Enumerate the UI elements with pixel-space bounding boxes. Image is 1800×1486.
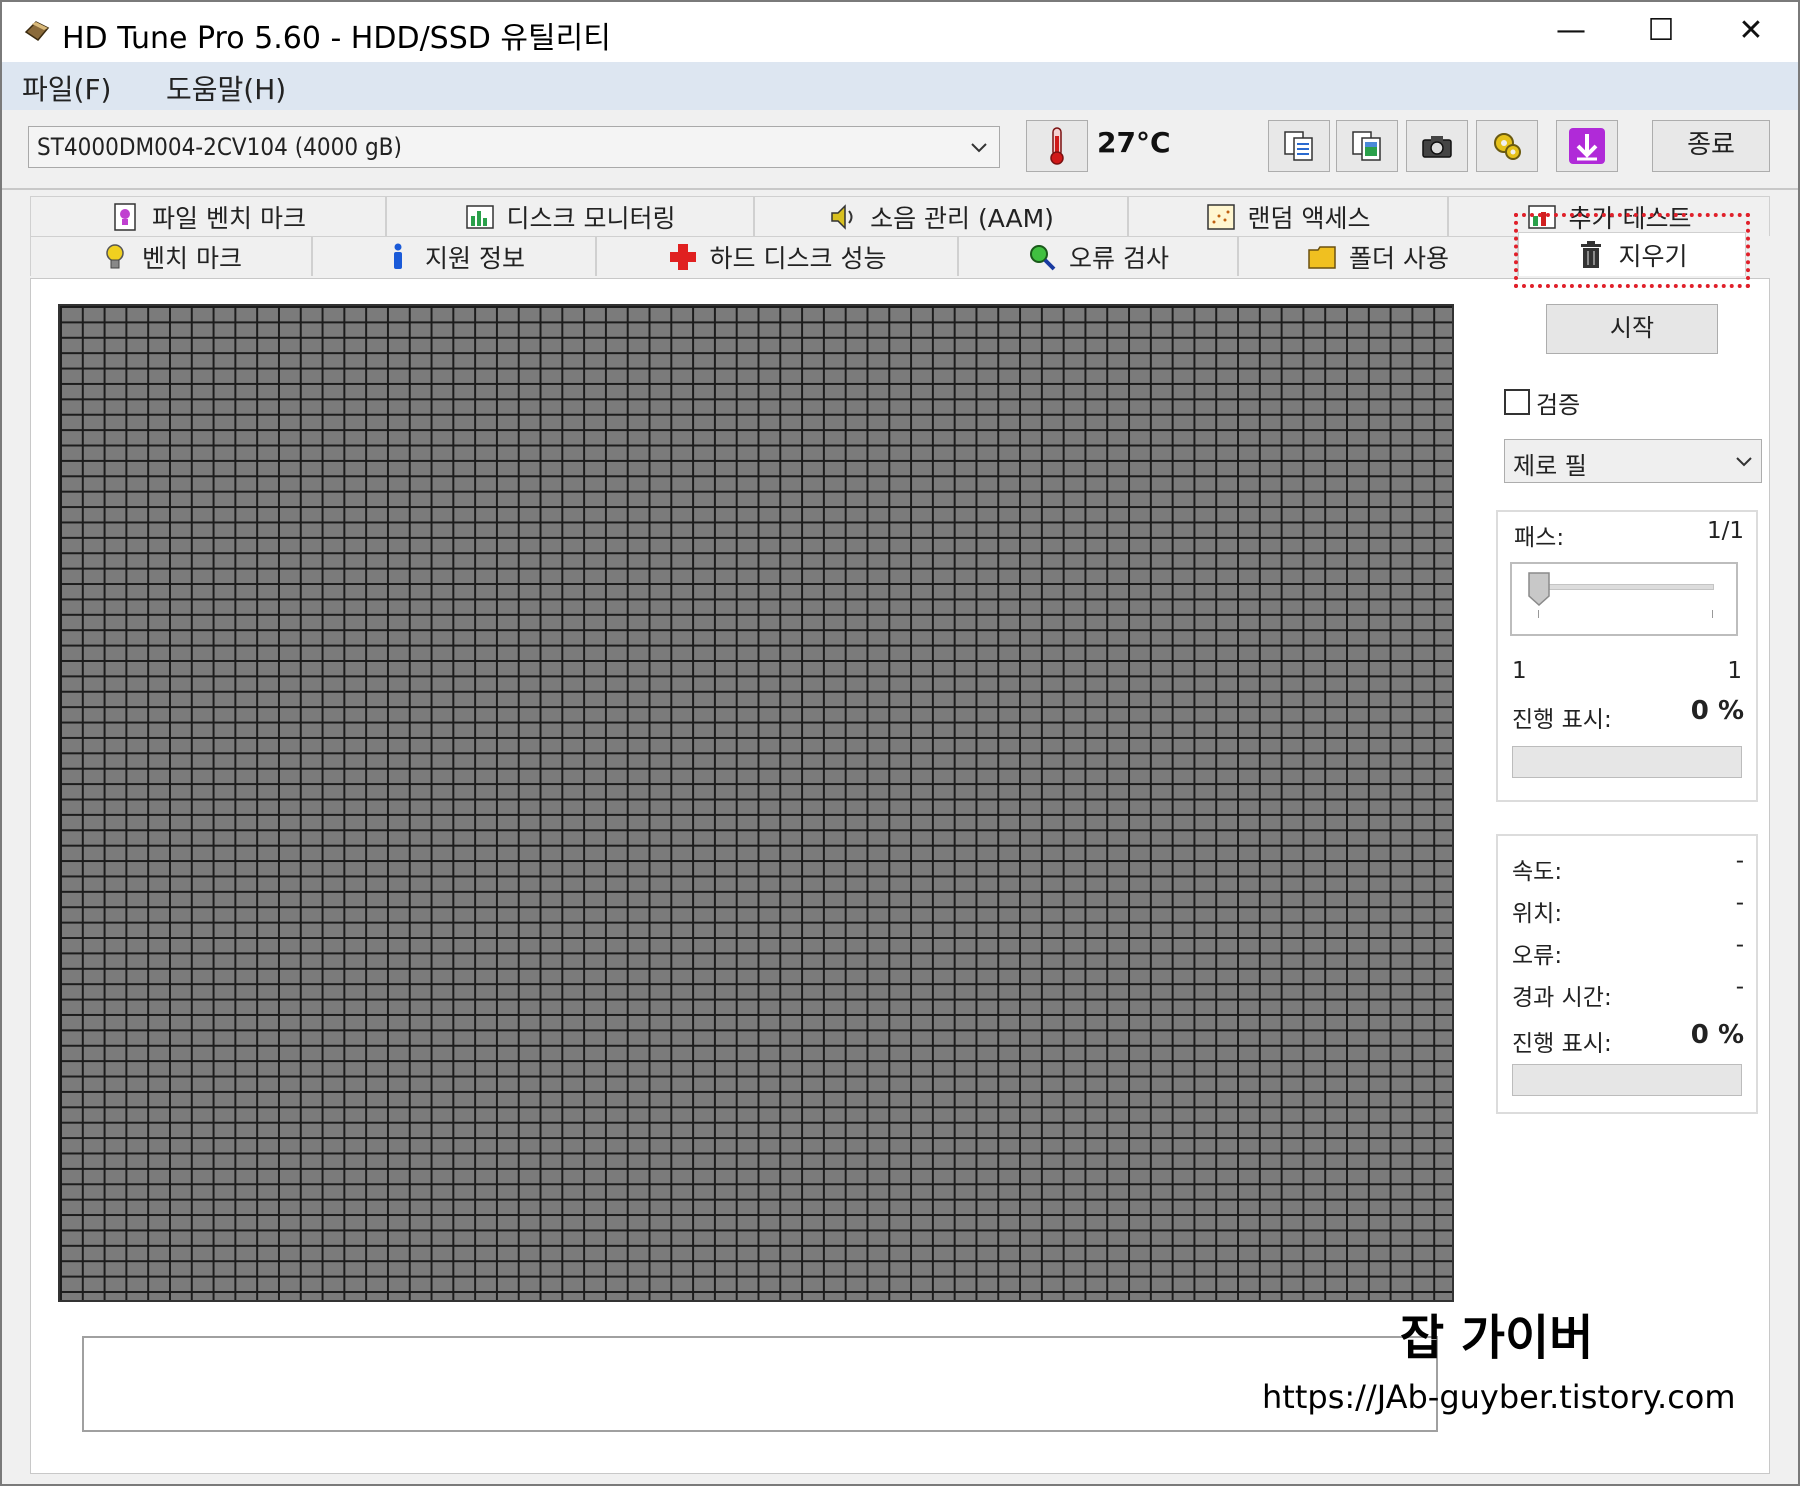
tab-label: 랜덤 액세스 [1247,203,1371,233]
tab-label: 벤치 마크 [142,243,242,273]
tab-info[interactable]: 지원 정보 [312,236,596,276]
verify-label: 검증 [1536,391,1581,419]
menu-bar: 파일(F) 도움말(H) [2,62,1798,110]
disk-monitor-icon [465,204,494,229]
lightbulb-icon [106,243,124,268]
folder-icon [1308,245,1336,269]
pass-label: 패스: [1514,525,1565,551]
slider-min-label: 1 [1512,658,1527,684]
speed-value: - [1735,848,1744,874]
log-box [82,1336,1438,1432]
app-icon [24,21,50,41]
tab-label: 소음 관리 (AAM) [870,203,1054,233]
tab-label: 지원 정보 [425,243,525,273]
tab-random-access[interactable]: 랜덤 액세스 [1128,196,1448,236]
tab-noise-aam[interactable]: 소음 관리 (AAM) [754,196,1128,236]
copy-screenshot-button[interactable] [1336,120,1398,172]
tab-folder-usage[interactable]: 폴더 사용 [1238,236,1518,276]
magnifier-icon [1030,244,1056,270]
pass-value: 1/1 [1706,518,1744,544]
info-icon [394,243,403,269]
title-bar: HD Tune Pro 5.60 - HDD/SSD 유틸리티 — ☐ ✕ [2,2,1798,62]
temperature-button[interactable] [1026,120,1088,172]
tab-file-benchmark[interactable]: 파일 벤치 마크 [30,196,386,236]
start-button[interactable]: 시작 [1546,304,1718,354]
tab-label: 폴더 사용 [1349,243,1449,273]
position-value: - [1735,890,1744,916]
tab-benchmark[interactable]: 벤치 마크 [30,236,312,276]
copy-screenshot-icon [1352,131,1381,161]
camera-button[interactable] [1406,120,1468,172]
drive-select-value: ST4000DM004-2CV104 (4000 gB) [37,133,402,161]
thermometer-icon [1050,127,1064,165]
toolbar: ST4000DM004-2CV104 (4000 gB) 27°C 종료 [2,110,1798,190]
pass-slider[interactable] [1510,562,1738,636]
temperature-readout: 27°C [1097,126,1171,159]
stats-progress-value: 0 % [1690,1020,1744,1050]
exit-button[interactable]: 종료 [1652,120,1770,172]
speed-label: 속도: [1512,859,1563,885]
app-window: HD Tune Pro 5.60 - HDD/SSD 유틸리티 — ☐ ✕ 파일… [0,0,1800,1486]
tab-label: 오류 검사 [1069,243,1169,273]
elapsed-value: - [1735,974,1744,1000]
chevron-down-icon [1736,457,1752,467]
copy-text-button[interactable] [1268,120,1330,172]
erase-progress-bar [1512,746,1742,778]
camera-icon [1422,136,1452,158]
slider-track [1538,584,1714,590]
erase-method-value: 제로 필 [1513,452,1587,480]
menu-help[interactable]: 도움말(H) [166,68,286,108]
window-title: HD Tune Pro 5.60 - HDD/SSD 유틸리티 [62,21,611,56]
random-access-icon [1206,203,1235,230]
minimize-button[interactable]: — [1532,2,1610,62]
options-button[interactable] [1476,120,1538,172]
close-button[interactable]: ✕ [1712,2,1790,62]
options-icon [1494,133,1521,160]
download-icon [1569,128,1605,164]
speaker-icon [831,203,853,230]
slider-tick-max [1712,610,1713,618]
file-benchmark-icon [114,202,136,231]
menu-file[interactable]: 파일(F) [22,68,111,108]
erase-progress-label: 진행 표시: [1512,707,1612,733]
drive-select[interactable]: ST4000DM004-2CV104 (4000 gB) [28,126,1000,168]
stats-progress-bar [1512,1064,1742,1096]
chevron-down-icon [971,143,987,153]
download-button[interactable] [1556,120,1618,172]
verify-checkbox[interactable] [1504,389,1530,415]
slider-thumb[interactable] [1528,572,1550,606]
block-map [58,304,1454,1302]
copy-text-icon [1284,131,1313,161]
errors-value: - [1735,932,1744,958]
slider-max-label: 1 [1727,658,1742,684]
position-label: 위치: [1512,901,1563,927]
errors-label: 오류: [1512,943,1563,969]
erase-method-select[interactable]: 제로 필 [1504,439,1762,483]
slider-tick-min [1538,610,1539,618]
tab-health[interactable]: 하드 디스크 성능 [596,236,958,276]
tab-disk-monitor[interactable]: 디스크 모니터링 [386,196,754,236]
tab-label: 하드 디스크 성능 [709,243,887,273]
watermark-name: 잡 가이버 [1400,1310,1594,1366]
stats-progress-label: 진행 표시: [1512,1031,1612,1057]
elapsed-label: 경과 시간: [1512,985,1612,1011]
tab-highlight-annotation [1514,213,1750,288]
health-cross-icon [669,243,696,270]
erase-progress-value: 0 % [1690,696,1744,726]
tab-error-scan[interactable]: 오류 검사 [958,236,1238,276]
tab-label: 파일 벤치 마크 [152,203,306,233]
watermark-url: https://JAb-guyber.tistory.com [1262,1378,1736,1416]
maximize-button[interactable]: ☐ [1622,2,1700,62]
tab-label: 디스크 모니터링 [506,203,676,233]
